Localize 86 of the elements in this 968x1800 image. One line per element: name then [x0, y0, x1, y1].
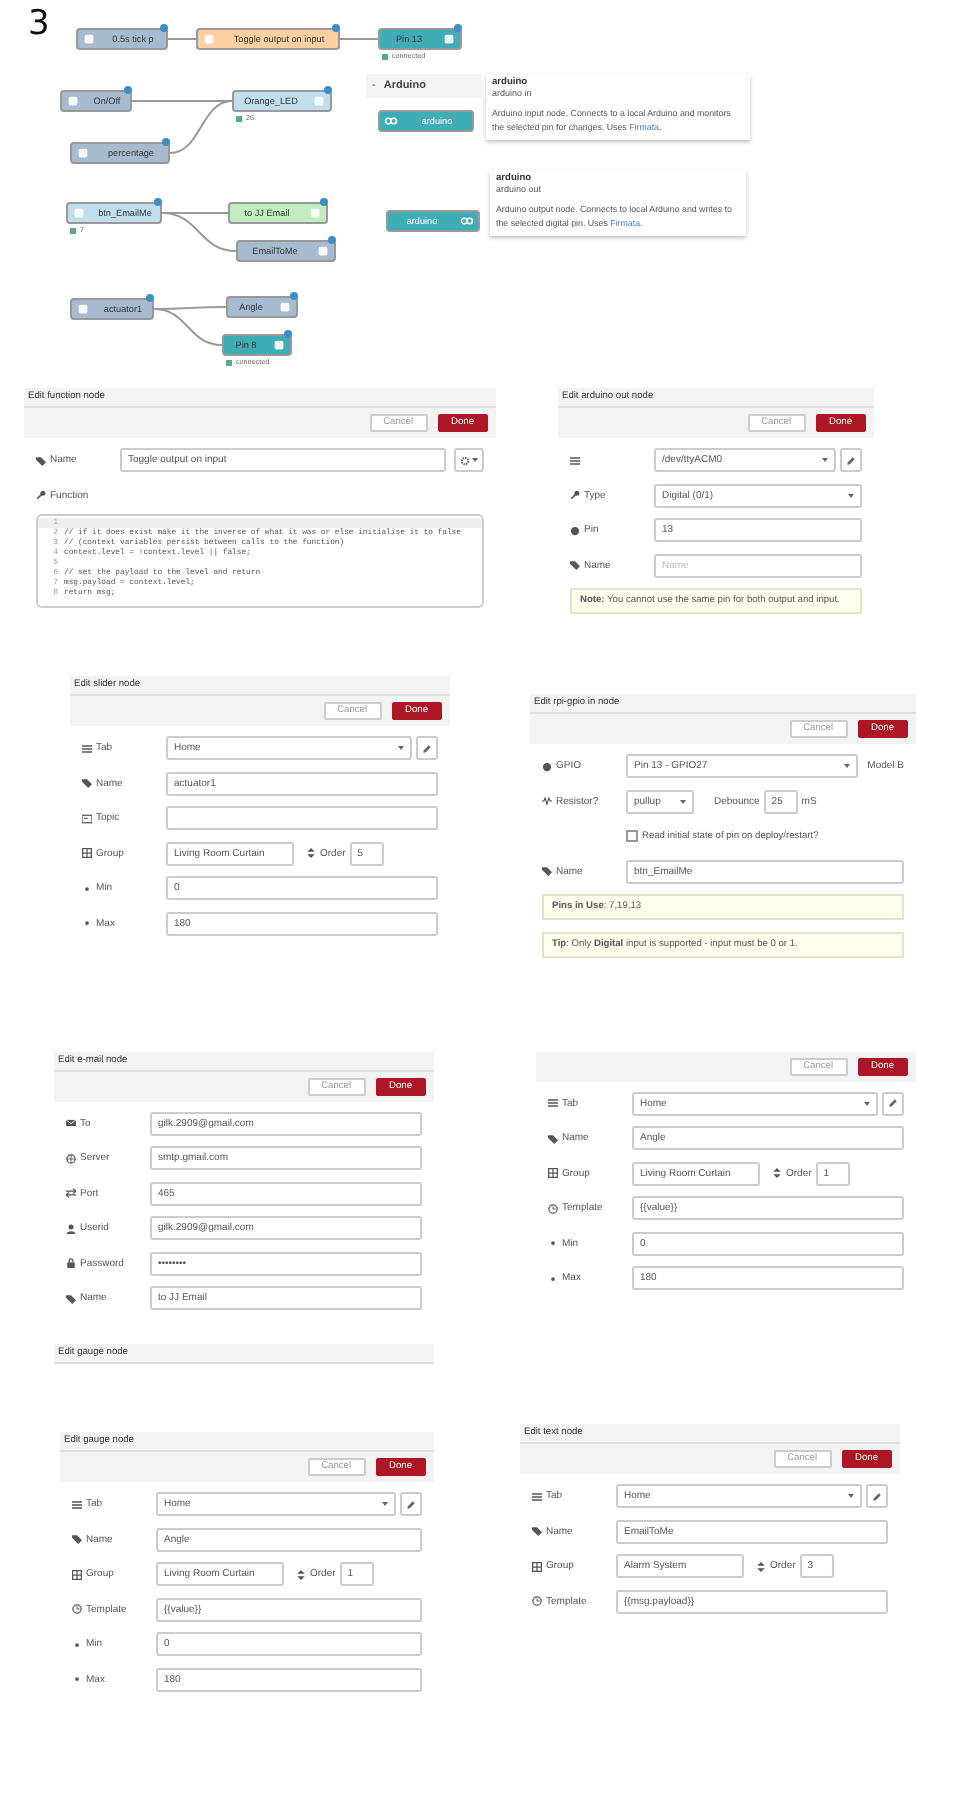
square-icon — [76, 146, 90, 160]
dot-icon — [548, 1273, 558, 1283]
sort-icon — [296, 1569, 306, 1579]
square-icon — [312, 94, 326, 108]
sort-icon — [772, 1168, 782, 1178]
zigzag-icon — [542, 796, 552, 806]
status-icon — [226, 359, 232, 365]
caret-icon — [680, 799, 686, 803]
tag-icon — [82, 778, 92, 788]
edit-button[interactable] — [882, 1091, 904, 1115]
clock-icon — [72, 1604, 82, 1614]
tag-icon — [36, 455, 46, 465]
tag-icon — [532, 1526, 542, 1536]
lock-icon — [66, 1258, 76, 1268]
text-field[interactable] — [166, 806, 438, 830]
status-icon — [382, 53, 388, 59]
square-icon — [82, 32, 96, 46]
dot-icon — [72, 1639, 82, 1649]
step-number: 3 — [28, 4, 50, 44]
status-icon — [70, 227, 76, 233]
pencil-icon — [872, 1491, 882, 1501]
grid-icon — [82, 848, 92, 858]
caret-icon — [843, 764, 850, 768]
edit-button[interactable] — [400, 1492, 422, 1516]
dot-icon — [548, 1238, 558, 1248]
square-icon — [202, 32, 216, 46]
clock-icon — [548, 1203, 558, 1213]
list-icon — [82, 743, 92, 753]
square-icon — [272, 338, 286, 352]
icon-select-button[interactable] — [454, 448, 484, 472]
wrench-icon — [570, 490, 580, 500]
link-icon — [460, 214, 474, 228]
card-icon — [82, 813, 92, 823]
list-icon — [72, 1499, 82, 1509]
list-icon — [532, 1491, 542, 1501]
square-icon — [308, 206, 322, 220]
square-icon — [278, 300, 292, 314]
circle-icon — [542, 761, 552, 771]
checkbox[interactable] — [626, 830, 638, 842]
wrench-icon — [36, 490, 46, 500]
caret-icon — [472, 458, 478, 462]
pencil-icon — [846, 455, 856, 465]
tag-icon — [548, 1133, 558, 1143]
envelope-icon — [66, 1118, 76, 1128]
grid-icon — [72, 1569, 82, 1579]
link-icon — [384, 114, 398, 128]
arrows-icon — [66, 1188, 76, 1198]
square-icon — [72, 206, 86, 220]
square-icon — [442, 32, 456, 46]
status-icon — [236, 115, 242, 121]
dot-icon — [82, 883, 92, 893]
caret-icon — [864, 1101, 870, 1105]
circle-icon — [570, 525, 580, 535]
tag-icon — [72, 1534, 82, 1544]
caret-icon — [398, 746, 404, 750]
caret-icon — [848, 1494, 854, 1498]
wire — [167, 38, 197, 40]
edit-button[interactable] — [416, 736, 438, 760]
tag-icon — [570, 560, 580, 570]
list-icon — [548, 1098, 558, 1108]
square-icon — [66, 94, 80, 108]
caret-icon — [848, 493, 854, 497]
caret-icon — [822, 458, 828, 462]
tag-icon — [66, 1293, 76, 1303]
pencil-icon — [888, 1098, 898, 1108]
list-icon — [570, 455, 580, 465]
sort-icon — [756, 1561, 766, 1571]
dot-icon — [72, 1674, 82, 1684]
user-icon — [66, 1223, 76, 1233]
code-editor[interactable] — [36, 514, 484, 608]
tag-icon — [542, 866, 552, 876]
grid-icon — [532, 1561, 542, 1571]
clock-icon — [532, 1596, 542, 1606]
sort-icon — [306, 848, 316, 858]
edit-button[interactable] — [866, 1484, 888, 1508]
grid-icon — [548, 1168, 558, 1178]
caret-icon — [382, 1502, 388, 1506]
dot-icon — [82, 918, 92, 928]
pencil-icon — [422, 743, 432, 753]
square-icon — [316, 244, 330, 258]
square-icon — [76, 302, 90, 316]
gear-icon — [460, 455, 470, 465]
pencil-icon — [406, 1499, 416, 1509]
edit-button[interactable] — [840, 448, 862, 472]
wire — [339, 38, 379, 40]
globe-icon — [66, 1153, 76, 1163]
